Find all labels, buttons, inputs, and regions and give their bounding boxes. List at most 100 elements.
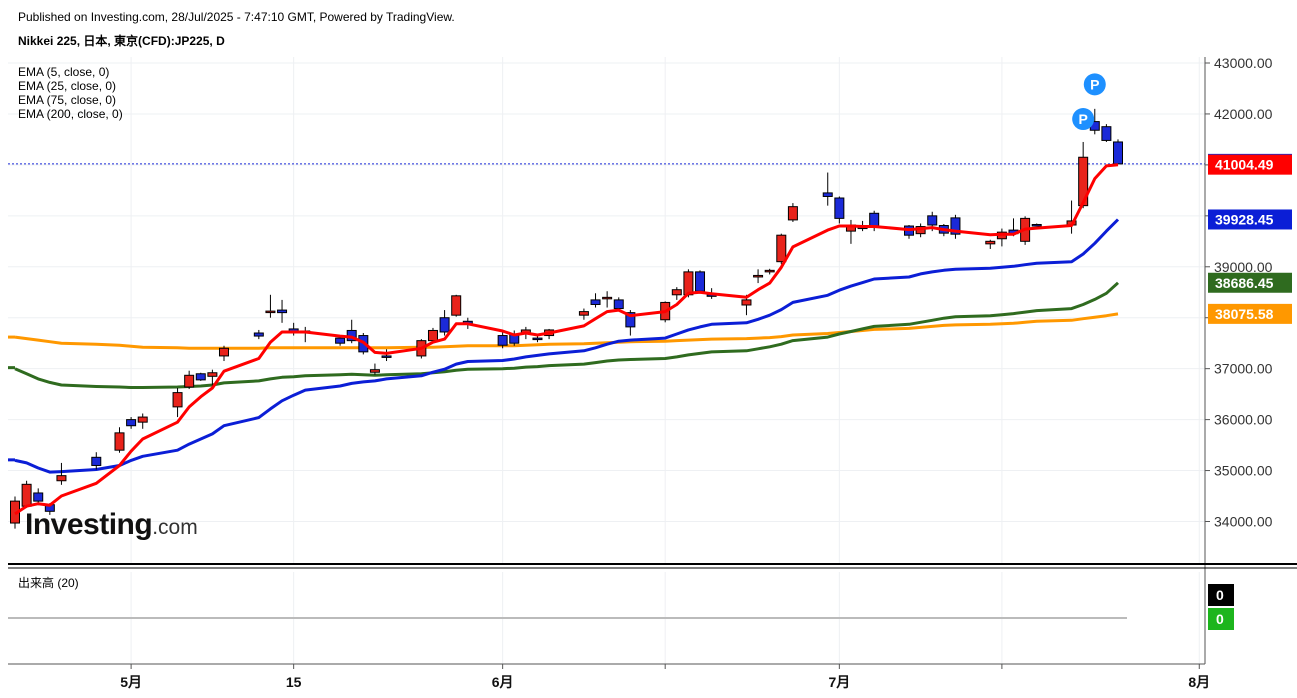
y-tick-label: 42000.00 bbox=[1214, 106, 1273, 122]
y-tick-label: 35000.00 bbox=[1214, 463, 1273, 479]
candle-body bbox=[126, 419, 137, 427]
candle-body bbox=[427, 329, 438, 342]
ema75-line bbox=[8, 281, 1120, 389]
candle bbox=[300, 326, 311, 343]
candle bbox=[253, 329, 264, 340]
ema5-path bbox=[14, 163, 1119, 516]
candle-body bbox=[741, 299, 752, 306]
candle bbox=[985, 239, 996, 249]
y-tick-label: 39000.00 bbox=[1214, 259, 1273, 275]
candle bbox=[822, 172, 833, 206]
candle-body bbox=[985, 240, 996, 245]
y-tick-label: 37000.00 bbox=[1214, 361, 1273, 377]
indicator-legend: EMA (5, close, 0) EMA (25, close, 0) EMA… bbox=[18, 65, 123, 121]
axes: 43000.0042000.0041000.0040000.0039000.00… bbox=[8, 55, 1297, 690]
candle-body bbox=[834, 197, 845, 219]
candle bbox=[1031, 223, 1042, 227]
candle bbox=[845, 219, 856, 244]
candle-body bbox=[695, 271, 706, 292]
candle-body bbox=[184, 374, 195, 388]
candle-body bbox=[869, 212, 880, 227]
candle-body bbox=[91, 456, 102, 466]
candle-body bbox=[822, 192, 833, 197]
candle-body bbox=[137, 416, 148, 423]
candle-body bbox=[335, 337, 346, 344]
candle-body bbox=[451, 295, 462, 316]
candle bbox=[277, 299, 288, 323]
y-tick-label: 36000.00 bbox=[1214, 412, 1273, 428]
legend-ema5: EMA (5, close, 0) bbox=[18, 65, 110, 79]
candle-body bbox=[753, 274, 764, 278]
price-tag-label: 38075.58 bbox=[1215, 306, 1274, 322]
candle-body bbox=[207, 372, 218, 377]
price-tag-label: 38686.45 bbox=[1215, 275, 1274, 291]
candle-body bbox=[613, 299, 624, 310]
candle-body bbox=[439, 317, 450, 333]
candle-body bbox=[381, 355, 392, 358]
candle-body bbox=[776, 234, 787, 263]
marker-label: P bbox=[1090, 76, 1099, 92]
candle-body bbox=[114, 432, 125, 451]
candle bbox=[56, 462, 67, 485]
price-tags: 41020.0041004.4939928.4538686.4538075.58 bbox=[1208, 153, 1292, 324]
candle bbox=[753, 269, 764, 284]
candle bbox=[904, 225, 915, 239]
x-tick-label: 7月 bbox=[828, 674, 850, 690]
candle bbox=[695, 270, 706, 294]
investing-logo: Investing.com bbox=[25, 508, 198, 548]
ema200-path bbox=[14, 312, 1119, 350]
marker-label: P bbox=[1078, 111, 1087, 127]
candle-body bbox=[253, 332, 264, 337]
candle-body bbox=[590, 299, 601, 305]
candle-body bbox=[33, 492, 44, 502]
candle-body bbox=[265, 310, 276, 314]
candle bbox=[834, 196, 845, 224]
candle-body bbox=[683, 271, 694, 296]
candle bbox=[114, 427, 125, 453]
candle-body bbox=[172, 392, 183, 408]
candle-body bbox=[56, 475, 67, 482]
price-tag-label: 39928.45 bbox=[1215, 211, 1274, 227]
price-tag-label: 41004.49 bbox=[1215, 157, 1274, 173]
candle bbox=[996, 228, 1007, 247]
candle-body bbox=[21, 483, 32, 507]
candle-body bbox=[671, 289, 682, 296]
volume-pane: 00 bbox=[8, 584, 1234, 630]
markers: PP bbox=[1072, 73, 1106, 131]
ema75-path bbox=[14, 281, 1120, 389]
candle-body bbox=[195, 373, 206, 381]
legend-ema200: EMA (200, close, 0) bbox=[18, 107, 123, 121]
candle bbox=[265, 294, 276, 318]
candle bbox=[126, 417, 137, 429]
y-tick-label: 34000.00 bbox=[1214, 514, 1273, 530]
candle bbox=[590, 293, 601, 308]
candle-body bbox=[787, 206, 798, 221]
ema5-line bbox=[14, 163, 1119, 516]
candle-body bbox=[369, 369, 380, 373]
legend-ema25: EMA (25, close, 0) bbox=[18, 79, 117, 93]
candles bbox=[10, 108, 1123, 529]
candle bbox=[1113, 139, 1123, 165]
candle-body bbox=[218, 347, 229, 357]
candle-body bbox=[602, 296, 613, 300]
candle bbox=[288, 322, 299, 336]
candle bbox=[1101, 124, 1112, 142]
legend-ema75: EMA (75, close, 0) bbox=[18, 93, 117, 107]
x-tick-label: 6月 bbox=[492, 674, 514, 690]
candle bbox=[184, 370, 195, 390]
candle bbox=[218, 345, 229, 362]
candle bbox=[439, 310, 450, 336]
candle-body bbox=[578, 311, 589, 316]
candle-body bbox=[927, 215, 938, 226]
candle-body bbox=[1101, 126, 1112, 141]
price-chart[interactable]: PP 43000.0042000.0041000.0040000.0039000… bbox=[0, 0, 1297, 698]
volume-ma-tag-label: 0 bbox=[1216, 611, 1224, 627]
x-tick-label: 5月 bbox=[120, 674, 142, 690]
x-tick-label: 15 bbox=[286, 674, 302, 690]
candle bbox=[195, 372, 206, 381]
candle bbox=[21, 480, 32, 508]
y-tick-label: 43000.00 bbox=[1214, 55, 1273, 71]
volume-label: 出来高 (20) bbox=[18, 576, 79, 590]
candle bbox=[172, 388, 183, 418]
logo-main: Investing bbox=[25, 508, 153, 541]
